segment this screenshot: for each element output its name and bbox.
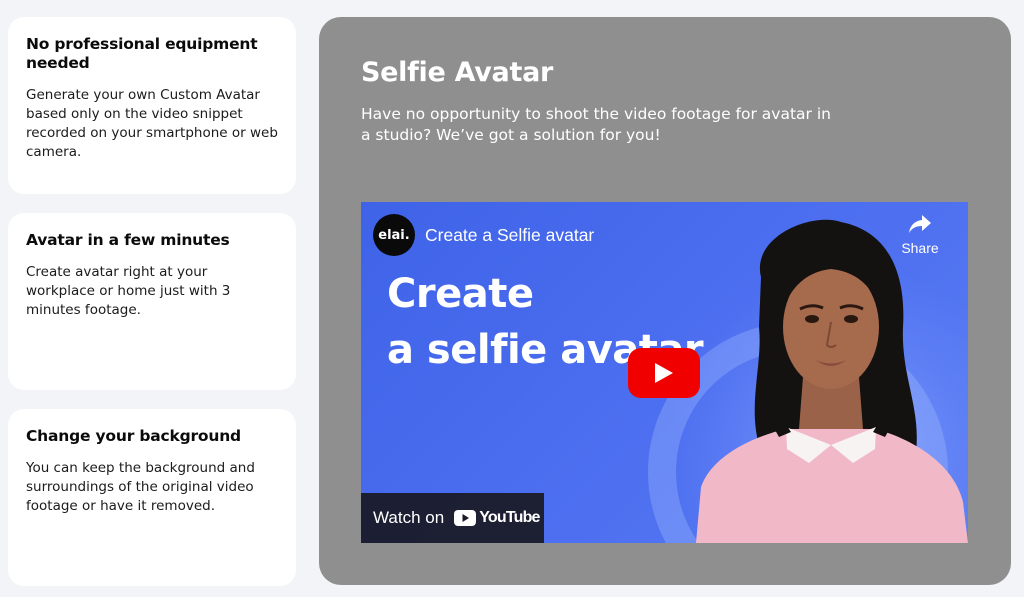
selfie-avatar-panel: Selfie Avatar Have no opportunity to sho… (319, 17, 1011, 585)
feature-text: You can keep the background and surround… (26, 460, 255, 514)
feature-card-background: Change your background You can keep the … (8, 409, 296, 586)
feature-title: Avatar in a few minutes (26, 231, 230, 249)
feature-text: Generate your own Custom Avatar based on… (26, 87, 278, 160)
play-button[interactable] (628, 348, 700, 398)
youtube-brand: YouTube (454, 509, 540, 527)
feature-card-equipment: No professional equipment needed Generat… (8, 17, 296, 194)
watch-on-youtube-button[interactable]: Watch on YouTube (361, 493, 544, 543)
video-title[interactable]: Create a Selfie avatar (425, 225, 594, 246)
feature-title: No professional equipment needed (26, 35, 258, 72)
youtube-video-embed[interactable]: elai. Create a Selfie avatar Share Creat… (361, 202, 968, 543)
play-icon (655, 363, 673, 383)
youtube-logo-icon (454, 510, 477, 526)
channel-logo[interactable]: elai. (373, 214, 415, 256)
panel-subtitle: Have no opportunity to shoot the video f… (361, 105, 831, 144)
share-label: Share (901, 240, 939, 256)
youtube-brand-text: YouTube (479, 509, 540, 526)
feature-title: Change your background (26, 427, 241, 445)
feature-card-minutes: Avatar in a few minutes Create avatar ri… (8, 213, 296, 390)
thumbnail-line-1: Create (387, 271, 534, 317)
share-arrow-icon (909, 215, 931, 233)
watch-on-label: Watch on (373, 508, 445, 527)
panel-title: Selfie Avatar (361, 57, 554, 88)
feature-text: Create avatar right at your workplace or… (26, 264, 231, 318)
share-button[interactable]: Share (900, 214, 940, 256)
presenter-image (696, 219, 968, 543)
